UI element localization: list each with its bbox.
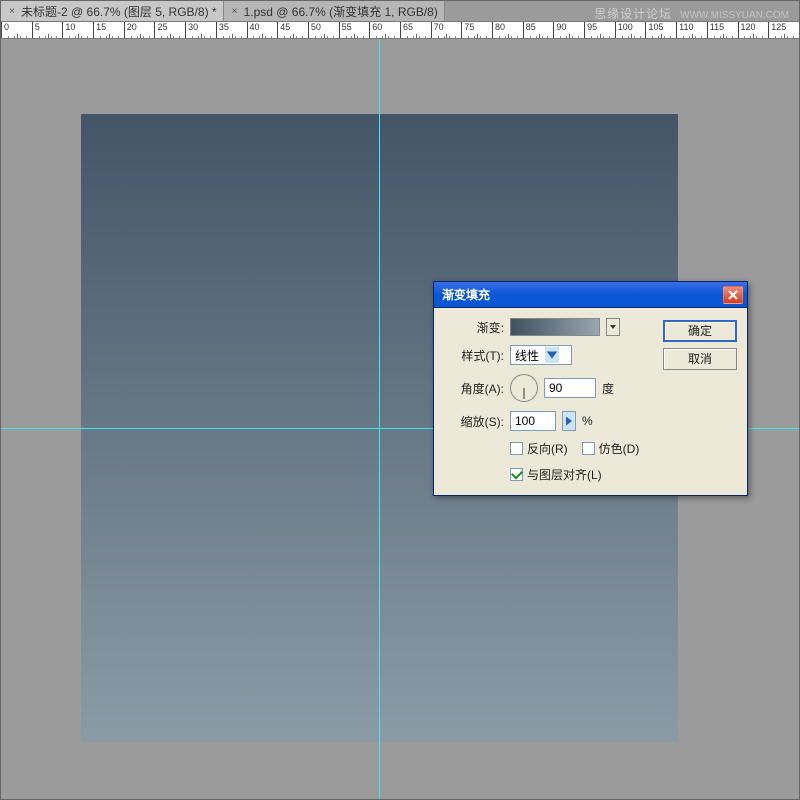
style-value: 线性 [515,347,539,364]
watermark-cn: 思缘设计论坛 [594,5,672,22]
ruler-tick: 0 [1,22,32,39]
ruler-tick: 125 [768,22,799,39]
ruler-tick: 45 [277,22,308,39]
guide-vertical[interactable] [379,39,380,799]
ruler-tick: 5 [32,22,63,39]
angle-unit: 度 [602,380,614,397]
scale-label: 缩放(S): [444,413,504,430]
ruler-tick: 50 [308,22,339,39]
row-gradient: 渐变: [444,318,655,336]
chevron-down-icon [545,347,559,363]
checkbox-icon [510,442,523,455]
ruler-tick: 75 [461,22,492,39]
ruler-tick: 95 [584,22,615,39]
ruler-tick: 15 [93,22,124,39]
checkbox-checked-icon [510,468,523,481]
ruler-tick: 60 [369,22,400,39]
dialog-titlebar[interactable]: 渐变填充 [434,282,747,308]
angle-label: 角度(A): [444,380,504,397]
dialog-title: 渐变填充 [442,286,723,303]
watermark-en: WWW.MISSYUAN.COM [680,10,789,21]
ruler-tick: 120 [738,22,769,39]
app-frame: 思缘设计论坛 WWW.MISSYUAN.COM × 未标题-2 @ 66.7% … [0,0,800,800]
ruler-tick: 85 [523,22,554,39]
row-scale: 缩放(S): 100 % [444,411,655,431]
ruler-tick: 90 [553,22,584,39]
ruler-tick: 80 [492,22,523,39]
dialog-fields: 渐变: 样式(T): 线性 角度(A): [444,318,655,483]
ruler-tick: 25 [154,22,185,39]
tab-label: 1.psd @ 66.7% (渐变填充 1, RGB/8) [244,3,438,20]
watermark: 思缘设计论坛 WWW.MISSYUAN.COM [594,5,789,22]
ruler-tick: 30 [185,22,216,39]
gradient-picker-button[interactable] [606,318,620,336]
ruler-tick: 100 [615,22,646,39]
cancel-button[interactable]: 取消 [663,348,737,370]
style-label: 样式(T): [444,347,504,364]
close-icon[interactable]: × [230,6,240,16]
ruler-tick: 115 [707,22,738,39]
close-icon [728,290,738,300]
style-select[interactable]: 线性 [510,345,572,365]
ruler-tick: 10 [62,22,93,39]
dither-checkbox[interactable]: 仿色(D) [582,440,640,457]
ruler-tick: 105 [645,22,676,39]
row-style: 样式(T): 线性 [444,345,655,365]
checkbox-icon [582,442,595,455]
ruler-tick: 55 [339,22,370,39]
dialog-body: 渐变: 样式(T): 线性 角度(A): [434,308,747,495]
dialog-close-button[interactable] [723,286,743,304]
row-checks-1: 反向(R) 仿色(D) [444,440,655,457]
chevron-right-icon [563,415,575,427]
angle-input[interactable]: 90 [544,378,596,398]
row-checks-2: 与图层对齐(L) [444,466,655,483]
tab-doc-2[interactable]: × 1.psd @ 66.7% (渐变填充 1, RGB/8) [224,1,445,21]
align-checkbox[interactable]: 与图层对齐(L) [510,466,602,483]
gradient-preview[interactable] [510,318,600,336]
scale-unit: % [582,414,593,428]
row-angle: 角度(A): 90 度 [444,374,655,402]
tab-doc-1[interactable]: × 未标题-2 @ 66.7% (图层 5, RGB/8) * [1,1,224,21]
scale-spinner[interactable] [562,411,576,431]
ruler-tick: 20 [124,22,155,39]
ok-button[interactable]: 确定 [663,320,737,342]
chevron-down-icon [609,323,617,331]
ruler-tick: 40 [247,22,278,39]
ruler-tick: 35 [216,22,247,39]
ruler-tick: 110 [676,22,707,39]
reverse-checkbox[interactable]: 反向(R) [510,440,568,457]
tab-label: 未标题-2 @ 66.7% (图层 5, RGB/8) * [21,3,217,20]
gradient-fill-dialog: 渐变填充 渐变: 样式(T): 线性 [433,281,748,496]
horizontal-ruler[interactable]: 0510152025303540455055606570758085909510… [1,21,799,39]
ruler-tick: 70 [431,22,462,39]
gradient-label: 渐变: [444,319,504,336]
dialog-buttons: 确定 取消 [663,318,737,483]
ruler-tick: 65 [400,22,431,39]
scale-input[interactable]: 100 [510,411,556,431]
close-icon[interactable]: × [7,6,17,16]
angle-dial[interactable] [510,374,538,402]
